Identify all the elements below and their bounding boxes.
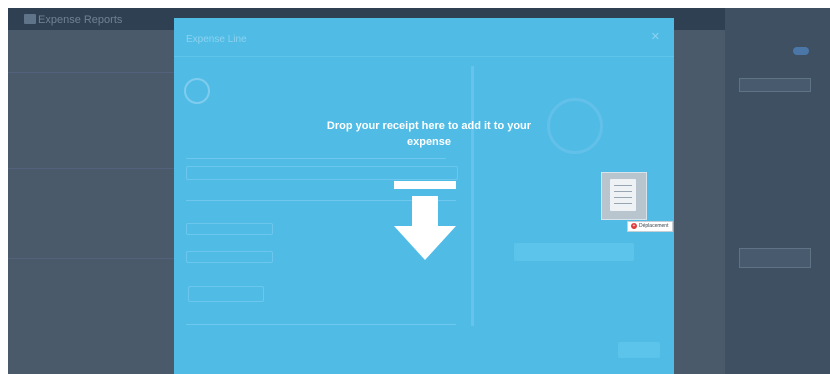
download-arrow-icon	[394, 196, 456, 260]
close-icon[interactable]: ✕	[651, 30, 660, 43]
panel-field	[739, 78, 811, 92]
drag-action-label: + Déplacement	[627, 221, 674, 232]
expense-line-modal: Expense Line ✕ Drop your receipt here to…	[174, 18, 674, 374]
drop-message: Drop your receipt here to add it to your…	[326, 120, 532, 148]
ghost-button	[514, 243, 634, 261]
app-title: Expense Reports	[38, 14, 123, 26]
panel-field	[739, 248, 811, 268]
receipt-line	[614, 185, 632, 186]
receipt-line	[614, 191, 632, 192]
form-scrollbar[interactable]	[471, 66, 474, 326]
ghost-input	[188, 286, 264, 302]
folder-icon	[24, 14, 36, 24]
receipt-preview	[610, 179, 636, 211]
drop-target-bar	[394, 181, 456, 189]
list-divider	[8, 72, 178, 73]
modal-title: Expense Line	[186, 34, 247, 45]
form-divider	[186, 324, 456, 325]
dragged-receipt-thumbnail[interactable]	[601, 172, 647, 220]
receipt-line	[614, 203, 632, 204]
right-side-panel	[725, 8, 830, 374]
panel-toggle	[793, 47, 809, 55]
ghost-input	[186, 251, 273, 263]
list-divider	[8, 258, 178, 259]
list-divider	[8, 168, 178, 169]
form-divider	[186, 158, 446, 159]
ghost-input	[186, 223, 273, 235]
plus-icon: +	[631, 222, 637, 229]
status-circle	[184, 78, 210, 104]
ghost-save-button	[618, 342, 660, 358]
ghost-input	[186, 166, 458, 180]
modal-header: Expense Line ✕	[174, 18, 674, 57]
no-receipt-icon	[547, 98, 603, 154]
drag-action-text: Déplacement	[639, 223, 669, 229]
receipt-line	[614, 197, 632, 198]
